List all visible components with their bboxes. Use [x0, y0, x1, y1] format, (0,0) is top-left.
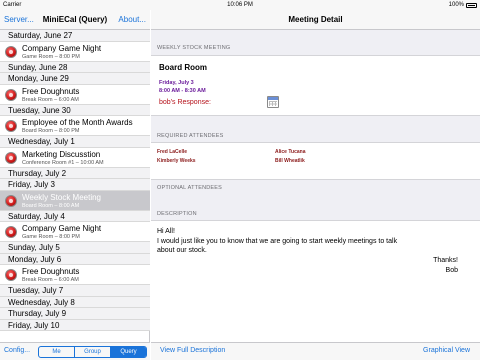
description-text: Hi All! I would just like you to know th… — [157, 227, 457, 256]
event-detail: Break Room – 6:00 AM — [22, 96, 79, 103]
description-line: I would just like you to know that we ar… — [157, 237, 398, 245]
config-button[interactable]: Config... — [4, 347, 30, 354]
date-section-header: Wednesday, July 8 — [0, 296, 150, 308]
event-status-icon — [5, 151, 17, 164]
date-section-header: Sunday, July 5 — [0, 242, 150, 254]
date-section-header: Tuesday, July 7 — [0, 285, 150, 297]
event-detail: Board Room – 8:00 PM — [22, 128, 80, 134]
date-section-header: Friday, July 3 — [0, 179, 150, 191]
event-row[interactable]: Employee of the Month Awards Board Room –… — [0, 116, 150, 136]
date-section-header: Monday, June 29 — [0, 73, 150, 85]
date-section-header: Sunday, June 28 — [0, 61, 150, 73]
date-section-header: Wednesday, July 1 — [0, 136, 150, 148]
event-title: Company Game Night — [22, 224, 102, 233]
meeting-location: Board Room — [159, 63, 207, 72]
event-row[interactable]: Free Doughnuts Break Room – 6:00 AM — [0, 265, 150, 285]
event-status-icon — [5, 194, 17, 207]
attendee-name: Kimberly Weeks — [157, 158, 196, 164]
status-bar: Carrier 10:06 PM 100% — [0, 0, 480, 10]
detail-toolbar: View Full Description Graphical View — [151, 342, 480, 360]
description-line: Hi All! — [157, 228, 175, 235]
master-toolbar: Config... Me Group Query — [0, 342, 150, 360]
event-title: Marketing Discusstion — [22, 149, 101, 159]
description-header: DESCRIPTION — [157, 211, 197, 217]
required-attendees-header: REQUIRED ATTENDEES — [157, 133, 224, 139]
clock: 10:06 PM — [227, 2, 253, 8]
date-section-header: Saturday, June 27 — [0, 30, 150, 42]
attendee-name: Alice Tucana — [275, 149, 306, 155]
description-card: Hi All! I would just like you to know th… — [151, 220, 480, 342]
attendee-name: Bill Wheatlik — [275, 158, 305, 164]
required-attendees-card: Fred LaCelle Alice Tucana Kimberly Weeks… — [151, 142, 480, 180]
segment-me[interactable]: Me — [39, 347, 74, 357]
view-full-description-button[interactable]: View Full Description — [160, 347, 225, 354]
event-row[interactable]: Company Game Night Game Room – 8:00 PM — [0, 222, 150, 242]
event-row[interactable]: Free Doughnuts Break Room – 6:00 AM — [0, 84, 150, 105]
date-section-header: Saturday, July 4 — [0, 210, 150, 222]
description-line: about our stock. — [157, 247, 207, 254]
battery-icon — [466, 2, 477, 8]
master-nav-bar: Server... MiniECal (Query) About... — [0, 10, 150, 30]
event-detail: Break Room – 6:00 AM — [22, 277, 79, 283]
date-section-header: Thursday, July 9 — [0, 308, 150, 320]
event-status-icon — [5, 88, 17, 101]
event-row[interactable]: Marketing Discusstion Conference Room #1 … — [0, 147, 150, 168]
event-row-selected[interactable]: Weekly Stock Meeting Board Room – 8:00 AM — [0, 190, 150, 211]
attendee-name: Fred LaCelle — [157, 149, 188, 155]
event-detail: Game Room – 8:00 PM — [22, 53, 80, 60]
graphical-view-button[interactable]: Graphical View — [423, 347, 470, 354]
date-section-header: Thursday, July 2 — [0, 167, 150, 179]
meeting-date: Friday, July 3 — [159, 80, 194, 86]
event-list[interactable]: Saturday, June 27 Company Game Night Game … — [0, 30, 150, 342]
event-status-icon — [5, 120, 17, 132]
event-title: Free Doughnuts — [22, 267, 80, 276]
segment-query[interactable]: Query — [110, 347, 146, 357]
event-status-icon — [5, 45, 17, 58]
event-status-icon — [5, 226, 17, 238]
response-label: bob's Response: — [159, 99, 211, 106]
meeting-section-header: WEEKLY STOCK MEETING — [157, 45, 231, 51]
detail-pane: Meeting Detail WEEKLY STOCK MEETING Boar… — [151, 10, 480, 360]
event-detail: Board Room – 8:00 AM — [22, 202, 80, 209]
date-section-header: Monday, July 6 — [0, 253, 150, 265]
battery-indicator: 100% — [449, 0, 477, 10]
event-detail: Conference Room #1 – 10:00 AM — [22, 159, 104, 166]
signoff-line: Bob — [445, 267, 458, 274]
event-detail: Game Room – 8:00 PM — [22, 234, 80, 240]
event-title: Weekly Stock Meeting — [22, 192, 101, 202]
about-button[interactable]: About... — [118, 15, 146, 24]
view-mode-segmented-control[interactable]: Me Group Query — [38, 346, 147, 358]
date-section-header: Tuesday, June 30 — [0, 104, 150, 116]
detail-title: Meeting Detail — [288, 15, 343, 24]
signoff-line: Thanks! — [433, 257, 458, 264]
event-title: Employee of the Month Awards — [22, 118, 133, 127]
battery-percent: 100% — [448, 2, 464, 8]
optional-attendees-header: OPTIONAL ATTENDEES — [157, 185, 223, 191]
calendar-response-icon[interactable] — [267, 96, 279, 108]
segment-group[interactable]: Group — [74, 347, 110, 357]
event-status-icon — [5, 269, 17, 281]
master-pane: Server... MiniECal (Query) About... Satu… — [0, 10, 150, 360]
meeting-time: 8:00 AM - 8:30 AM — [159, 88, 206, 94]
date-section-header: Friday, July 10 — [0, 319, 150, 331]
meeting-info-card: Board Room Friday, July 3 8:00 AM - 8:30… — [151, 55, 480, 116]
event-row[interactable]: Company Game Night Game Room – 8:00 PM — [0, 41, 150, 62]
event-title: Company Game Night — [22, 43, 102, 53]
event-title: Free Doughnuts — [22, 86, 80, 96]
detail-nav-bar: Meeting Detail — [151, 10, 480, 30]
